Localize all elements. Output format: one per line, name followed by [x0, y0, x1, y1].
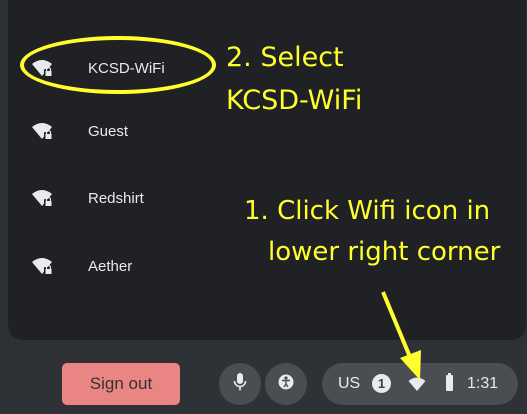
annotation-arrow	[381, 291, 421, 380]
